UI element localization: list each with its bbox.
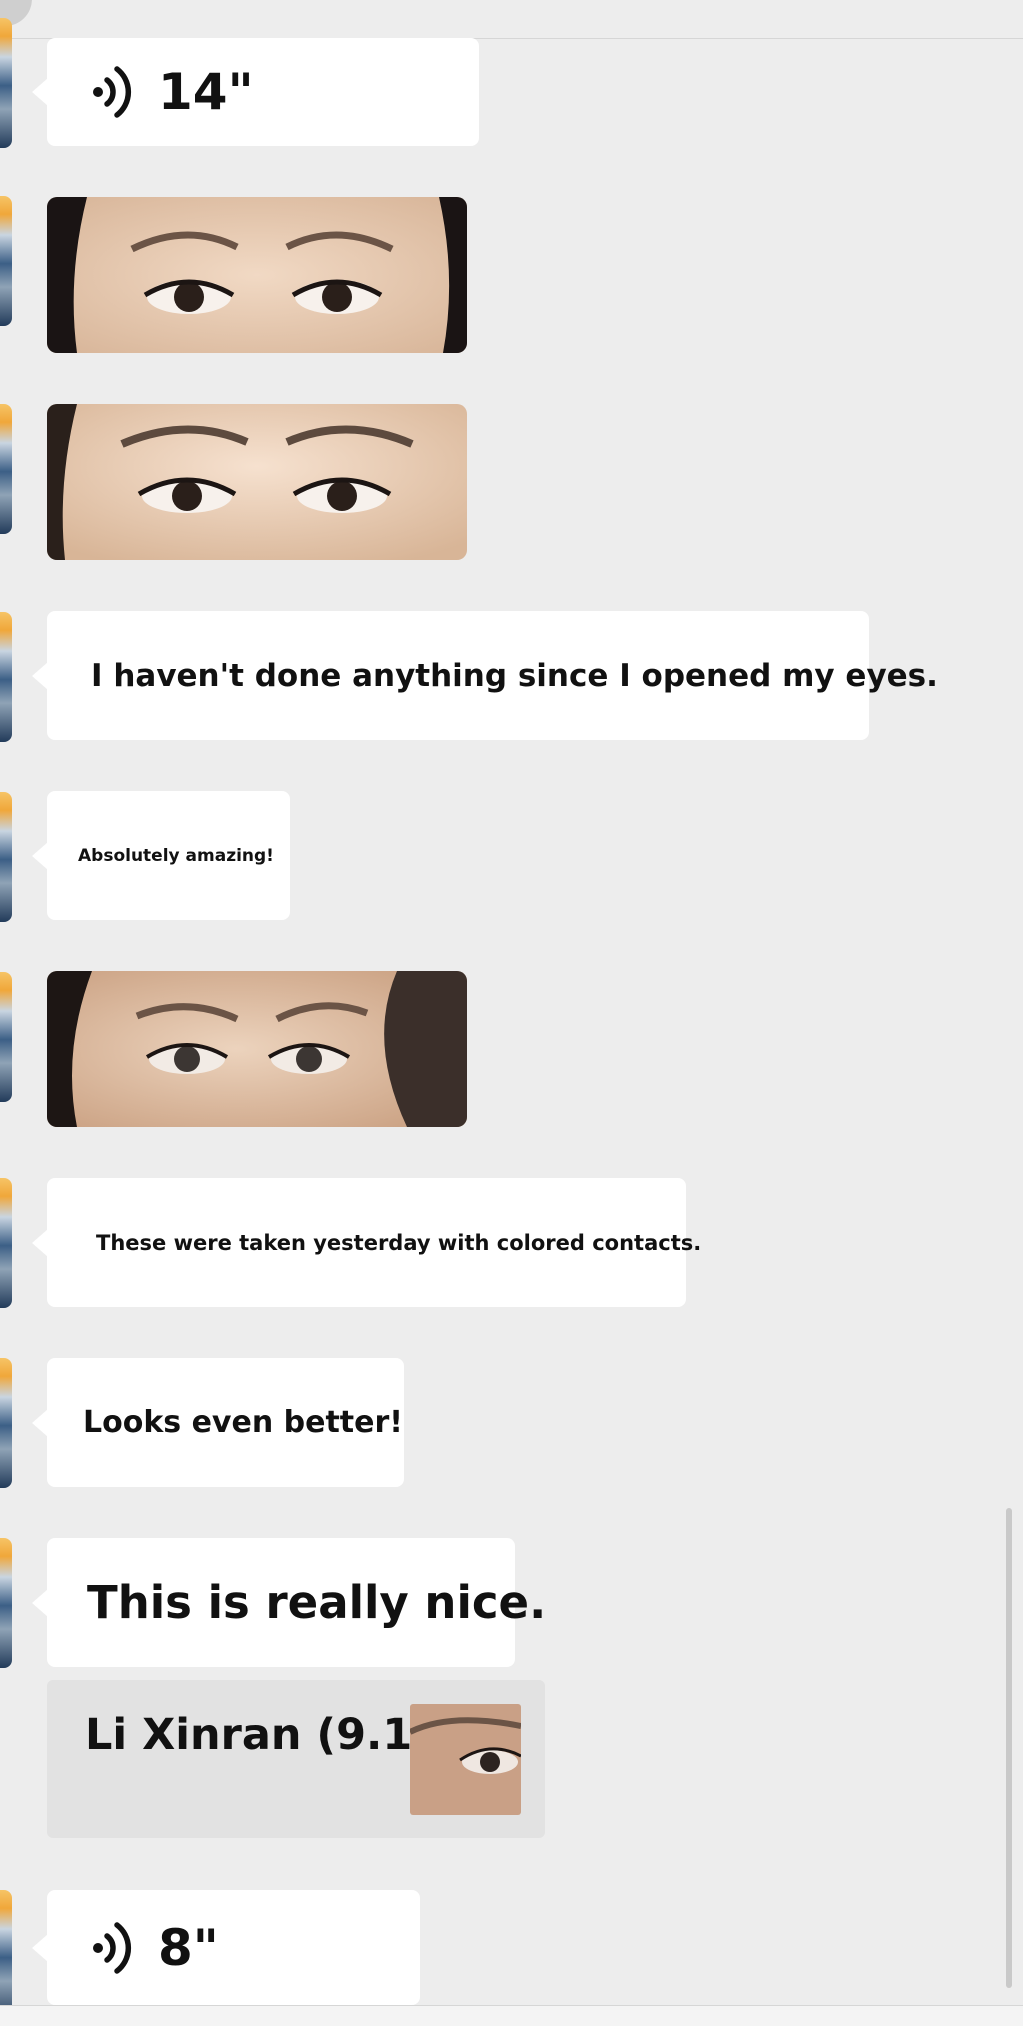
message-text: Looks even better! xyxy=(83,1405,403,1440)
voice-duration: 14" xyxy=(158,63,254,121)
photo-message[interactable] xyxy=(47,971,467,1127)
contact-avatar[interactable] xyxy=(0,1358,12,1488)
contact-avatar[interactable] xyxy=(0,792,12,922)
input-bar xyxy=(0,2005,1023,2026)
contact-avatar[interactable] xyxy=(0,196,12,326)
photo-message[interactable] xyxy=(47,404,467,560)
voice-wave-icon xyxy=(93,1921,132,1974)
quoted-message[interactable]: Li Xinran (9.14): xyxy=(47,1680,545,1838)
text-message[interactable]: This is really nice. xyxy=(32,1538,546,1667)
voice-message[interactable]: 14" xyxy=(32,38,479,146)
text-message[interactable]: Absolutely amazing! xyxy=(32,791,290,920)
photo-message[interactable] xyxy=(47,197,467,353)
contact-avatar[interactable] xyxy=(0,1538,12,1668)
message-text: Absolutely amazing! xyxy=(78,845,274,866)
eye-thumbnail-photo xyxy=(410,1704,521,1815)
quote-thumbnail[interactable] xyxy=(410,1704,521,1815)
eyes-photo xyxy=(47,404,467,560)
voice-duration: 8" xyxy=(158,1918,219,1977)
contact-avatar[interactable] xyxy=(0,612,12,742)
text-message[interactable]: Looks even better! xyxy=(32,1358,404,1487)
chat-header xyxy=(0,0,1023,39)
voice-message[interactable]: 8" xyxy=(32,1890,420,2005)
message-text: These were taken yesterday with colored … xyxy=(96,1230,702,1255)
message-text: I haven't done anything since I opened m… xyxy=(91,657,938,694)
text-message[interactable]: I haven't done anything since I opened m… xyxy=(32,611,938,740)
message-text: This is really nice. xyxy=(87,1576,547,1629)
contact-avatar[interactable] xyxy=(0,404,12,534)
scrollbar[interactable] xyxy=(1006,1508,1012,1988)
eyes-photo xyxy=(47,197,467,353)
eyes-photo xyxy=(47,971,467,1127)
contact-avatar[interactable] xyxy=(0,1890,12,2020)
contact-avatar[interactable] xyxy=(0,1178,12,1308)
voice-wave-icon xyxy=(93,66,132,118)
contact-avatar[interactable] xyxy=(0,972,12,1102)
contact-avatar[interactable] xyxy=(0,18,12,148)
text-message[interactable]: These were taken yesterday with colored … xyxy=(32,1178,701,1307)
